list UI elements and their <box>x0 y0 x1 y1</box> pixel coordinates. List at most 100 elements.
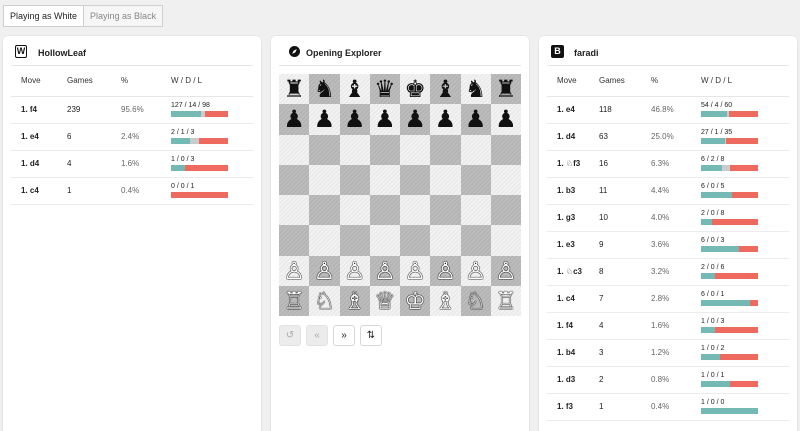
board-square[interactable]: ♞ <box>309 74 340 105</box>
board-square[interactable] <box>430 164 461 195</box>
white-piece[interactable]: ♙ <box>283 259 305 283</box>
board-square[interactable] <box>279 134 310 165</box>
board-square[interactable] <box>400 164 431 195</box>
board-square[interactable]: ♟ <box>279 104 310 135</box>
white-piece[interactable]: ♘ <box>465 289 487 313</box>
black-piece[interactable]: ♛ <box>374 77 396 101</box>
board-square[interactable]: ♖ <box>279 285 310 316</box>
board-square[interactable]: ♝ <box>430 74 461 105</box>
white-piece[interactable]: ♗ <box>435 289 457 313</box>
board-square[interactable] <box>490 195 521 226</box>
board-square[interactable] <box>339 134 370 165</box>
white-piece[interactable]: ♙ <box>344 259 366 283</box>
white-piece[interactable]: ♖ <box>495 289 517 313</box>
board-square[interactable]: ♙ <box>279 255 310 286</box>
board-square[interactable]: ♗ <box>430 285 461 316</box>
board-square[interactable] <box>400 195 431 226</box>
black-piece[interactable]: ♞ <box>465 77 487 101</box>
board-square[interactable] <box>309 164 340 195</box>
tab-playing-as-black[interactable]: Playing as Black <box>84 5 164 27</box>
black-piece[interactable]: ♟ <box>374 107 396 131</box>
undo-button[interactable]: ↺ <box>279 325 301 346</box>
board-square[interactable]: ♜ <box>279 74 310 105</box>
board-square[interactable]: ♟ <box>490 104 521 135</box>
board-square[interactable] <box>460 225 491 256</box>
board-square[interactable]: ♜ <box>490 74 521 105</box>
white-piece[interactable]: ♙ <box>404 259 426 283</box>
black-piece[interactable]: ♞ <box>314 77 336 101</box>
board-square[interactable]: ♔ <box>400 285 431 316</box>
black-piece[interactable]: ♟ <box>283 107 305 131</box>
board-square[interactable] <box>369 225 400 256</box>
table-row[interactable]: 1. c4 1 0.4% 0 / 0 / 1 <box>11 177 253 205</box>
table-row[interactable]: 1. f4 4 1.6% 1 / 0 / 3 <box>547 312 789 340</box>
white-piece[interactable]: ♙ <box>374 259 396 283</box>
board-square[interactable]: ♕ <box>369 285 400 316</box>
white-piece[interactable]: ♙ <box>495 259 517 283</box>
board-square[interactable]: ♟ <box>369 104 400 135</box>
white-piece[interactable]: ♙ <box>435 259 457 283</box>
board-square[interactable]: ♟ <box>309 104 340 135</box>
board-square[interactable] <box>460 195 491 226</box>
white-piece[interactable]: ♙ <box>465 259 487 283</box>
table-row[interactable]: 1. b4 3 1.2% 1 / 0 / 2 <box>547 339 789 367</box>
board-square[interactable]: ♙ <box>339 255 370 286</box>
table-row[interactable]: 1. d4 4 1.6% 1 / 0 / 3 <box>11 150 253 178</box>
board-square[interactable]: ♘ <box>309 285 340 316</box>
board-square[interactable] <box>369 164 400 195</box>
board-square[interactable]: ♞ <box>460 74 491 105</box>
board-square[interactable] <box>309 195 340 226</box>
board-square[interactable] <box>339 164 370 195</box>
white-piece[interactable]: ♘ <box>314 289 336 313</box>
table-row[interactable]: 1. c4 7 2.8% 6 / 0 / 1 <box>547 285 789 313</box>
table-row[interactable]: 1. b3 11 4.4% 6 / 0 / 5 <box>547 177 789 205</box>
board-square[interactable]: ♟ <box>460 104 491 135</box>
forward-button[interactable]: » <box>333 325 355 346</box>
table-row[interactable]: 1. ♘f3 16 6.3% 6 / 2 / 8 <box>547 150 789 178</box>
back-button[interactable]: « <box>306 325 328 346</box>
board-square[interactable] <box>430 195 461 226</box>
board-square[interactable] <box>400 225 431 256</box>
table-row[interactable]: 1. e4 6 2.4% 2 / 1 / 3 <box>11 123 253 151</box>
chess-board[interactable]: ♜ ♞ ♝ ♛ ♚ ♝ ♞ ♜ ♟ ♟ ♟ ♟ ♟ ♟ ♟ ♟ ♙ ♙ ♙ ♙ ♙ ♙ ♙ ♙ ♖ ♘ ♗ ♕ ♔ ♗ ♘ ♖ <box>279 74 521 316</box>
board-square[interactable]: ♘ <box>460 285 491 316</box>
board-square[interactable] <box>339 195 370 226</box>
board-square[interactable] <box>490 225 521 256</box>
board-square[interactable]: ♙ <box>430 255 461 286</box>
board-square[interactable]: ♙ <box>490 255 521 286</box>
table-row[interactable]: 1. d3 2 0.8% 1 / 0 / 1 <box>547 366 789 394</box>
table-row[interactable]: 1. e3 9 3.6% 6 / 0 / 3 <box>547 231 789 259</box>
board-square[interactable]: ♗ <box>339 285 370 316</box>
black-piece[interactable]: ♟ <box>314 107 336 131</box>
board-square[interactable] <box>279 225 310 256</box>
board-square[interactable] <box>339 225 370 256</box>
board-square[interactable] <box>279 164 310 195</box>
board-square[interactable]: ♙ <box>309 255 340 286</box>
tab-playing-as-white[interactable]: Playing as White <box>3 5 85 27</box>
board-square[interactable] <box>369 134 400 165</box>
table-row[interactable]: 1. e4 118 46.8% 54 / 4 / 60 <box>547 96 789 124</box>
white-piece[interactable]: ♔ <box>404 289 426 313</box>
black-piece[interactable]: ♜ <box>283 77 305 101</box>
board-square[interactable] <box>430 225 461 256</box>
black-piece[interactable]: ♟ <box>465 107 487 131</box>
board-square[interactable]: ♟ <box>430 104 461 135</box>
black-piece[interactable]: ♝ <box>435 77 457 101</box>
black-piece[interactable]: ♟ <box>404 107 426 131</box>
table-row[interactable]: 1. ♘c3 8 3.2% 2 / 0 / 6 <box>547 258 789 286</box>
board-square[interactable] <box>430 134 461 165</box>
board-square[interactable] <box>460 134 491 165</box>
white-piece[interactable]: ♗ <box>344 289 366 313</box>
black-piece[interactable]: ♟ <box>435 107 457 131</box>
board-square[interactable]: ♝ <box>339 74 370 105</box>
black-piece[interactable]: ♜ <box>495 77 517 101</box>
board-square[interactable] <box>309 134 340 165</box>
board-square[interactable]: ♛ <box>369 74 400 105</box>
board-square[interactable] <box>309 225 340 256</box>
table-row[interactable]: 1. g3 10 4.0% 2 / 0 / 8 <box>547 204 789 232</box>
black-piece[interactable]: ♝ <box>344 77 366 101</box>
black-piece[interactable]: ♟ <box>495 107 517 131</box>
board-square[interactable]: ♙ <box>460 255 491 286</box>
board-square[interactable]: ♖ <box>490 285 521 316</box>
table-row[interactable]: 1. d4 63 25.0% 27 / 1 / 35 <box>547 123 789 151</box>
